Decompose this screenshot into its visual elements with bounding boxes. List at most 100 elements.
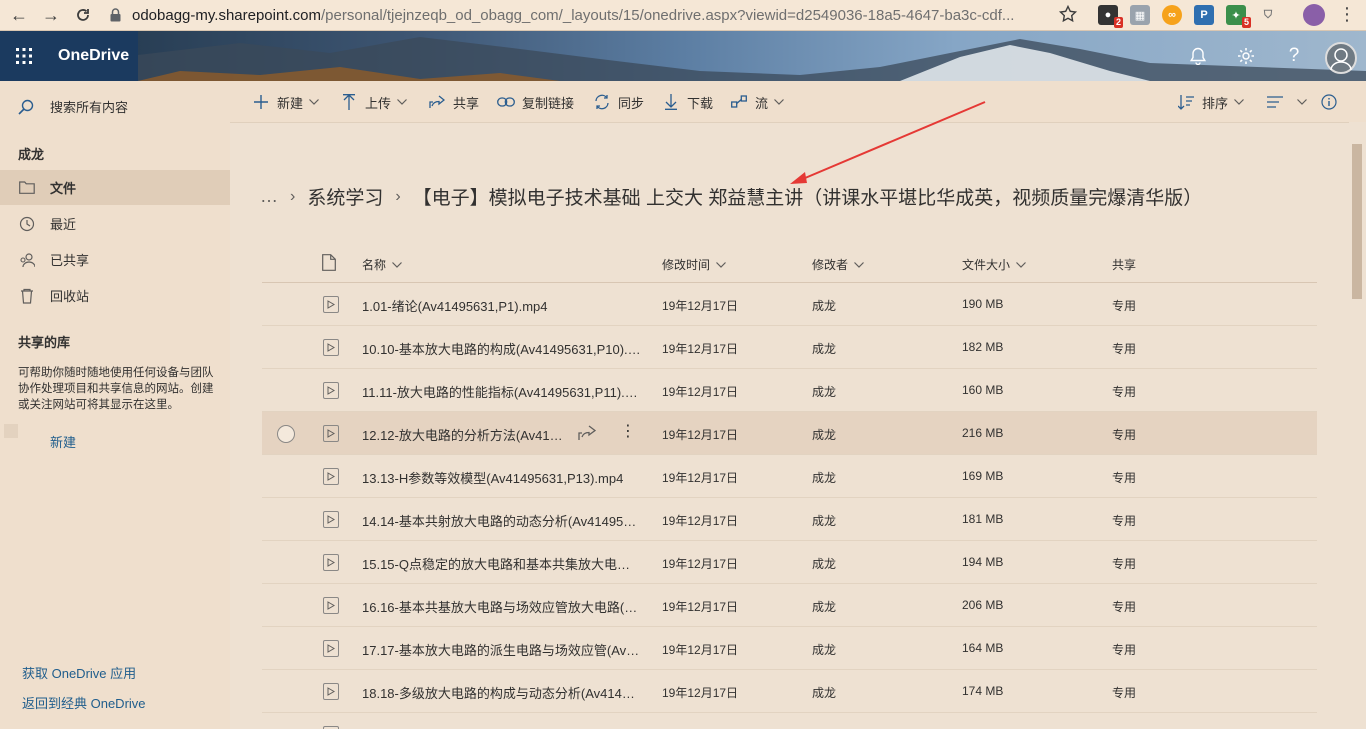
video-file-icon	[323, 511, 339, 528]
app-launcher-button[interactable]	[0, 31, 48, 81]
file-name[interactable]: 11.11-放大电路的性能指标(Av41495631,P11).mp4	[362, 382, 642, 401]
column-header-size[interactable]: 文件大小	[962, 256, 1026, 273]
table-row[interactable]: 12.12-放大电路的分析方法(Av41495631,P12).mp4 ⋮ 19年1…	[262, 412, 1317, 455]
reload-icon[interactable]	[70, 2, 96, 28]
sync-button-label: 同步	[618, 95, 645, 111]
column-header-name[interactable]: 名称	[362, 256, 402, 273]
left-navigation: 搜索所有内容 成龙 文件 最近 已共享 回收站 共享的库 可帮助你随时随地使用任…	[0, 81, 230, 729]
sync-button[interactable]: 同步	[593, 91, 644, 113]
table-row[interactable]: 19.19-差分放大电路的构成(Av41495631,P19).mp419年12…	[262, 713, 1317, 729]
table-row[interactable]: 1.01-绪论(Av41495631,P1).mp4 19年12月17日 成龙 190…	[262, 283, 1317, 326]
extension-grid-icon[interactable]: ▦	[1130, 5, 1150, 25]
share-icon[interactable]	[578, 425, 597, 443]
address-bar[interactable]: odobagg-my.sharepoint.com/personal/tjejn…	[132, 7, 1032, 24]
file-name[interactable]: 12.12-放大电路的分析方法(Av41495631,P12).mp4	[362, 425, 567, 444]
table-row[interactable]: 10.10-基本放大电路的构成(Av41495631,P10).mp4 19年12…	[262, 326, 1317, 369]
upload-button[interactable]: 上传	[340, 91, 407, 113]
command-bar: 新建 上传 共享 复制链接 同步 下载 流 排序	[230, 81, 1366, 122]
settings-gear-icon[interactable]	[1233, 43, 1259, 69]
more-actions-icon[interactable]: ⋮	[620, 424, 636, 440]
help-question-icon[interactable]: ?	[1281, 43, 1307, 69]
create-site-link[interactable]: 新建	[50, 432, 76, 451]
browser-menu-icon[interactable]: ⋮	[1338, 5, 1356, 23]
column-header-modified[interactable]: 修改时间	[662, 256, 726, 273]
lock-icon[interactable]	[110, 8, 122, 22]
sidebar-item-shared[interactable]: 已共享	[0, 242, 230, 277]
copy-link-button[interactable]: 复制链接	[497, 91, 574, 113]
breadcrumb-overflow[interactable]: …	[260, 186, 278, 207]
file-name[interactable]: 10.10-基本放大电路的构成(Av41495631,P10).mp4	[362, 339, 642, 358]
share-button[interactable]: 共享	[428, 91, 479, 113]
modified-by[interactable]: 成龙	[812, 641, 836, 658]
table-row[interactable]: 15.15-Q点稳定的放大电路和基本共集放大电路(Av41495631,P15)…	[262, 541, 1317, 584]
extension-shield-icon[interactable]: ⛉	[1258, 5, 1278, 25]
sidebar-item-recycle-bin[interactable]: 回收站	[0, 278, 230, 313]
modified-by[interactable]: 成龙	[812, 297, 836, 314]
modified-by[interactable]: 成龙	[812, 426, 836, 443]
get-onedrive-app-link[interactable]: 获取 OneDrive 应用	[22, 663, 136, 682]
row-select-radio[interactable]	[277, 425, 295, 443]
sidebar-item-label: 最近	[50, 217, 77, 232]
vertical-scrollbar[interactable]	[1349, 122, 1366, 729]
list-view-icon	[1266, 93, 1284, 111]
sharing-status: 专用	[1112, 514, 1137, 528]
file-name[interactable]: 17.17-基本放大电路的派生电路与场效应管(Av41495631,P17).m…	[362, 640, 642, 659]
video-file-icon	[323, 683, 339, 700]
modified-date: 19年12月17日	[662, 514, 739, 528]
table-row[interactable]: 14.14-基本共射放大电路的动态分析(Av41495631,P14).mp4 1…	[262, 498, 1317, 541]
flow-button-label: 流	[755, 95, 769, 111]
file-name[interactable]: 16.16-基本共基放大电路与场效应管放大电路(Av41495631,P16).…	[362, 597, 642, 616]
file-name[interactable]: 13.13-H参数等效模型(Av41495631,P13).mp4	[362, 468, 642, 487]
video-file-icon	[323, 296, 339, 313]
new-button[interactable]: 新建	[252, 91, 319, 113]
file-name[interactable]: 18.18-多级放大电路的构成与动态分析(Av41495631,P18).mp4	[362, 683, 642, 702]
breadcrumb-parent[interactable]: 系统学习	[307, 183, 383, 210]
notifications-bell-icon[interactable]	[1185, 43, 1211, 69]
sharing-status: 专用	[1112, 299, 1137, 313]
brand-area[interactable]: OneDrive	[48, 31, 138, 81]
sidebar-item-files[interactable]: 文件	[0, 170, 230, 205]
sidebar-item-recent[interactable]: 最近	[0, 206, 230, 241]
extension-puzzle-icon[interactable]: ✦ 5	[1226, 5, 1251, 28]
shared-libraries-heading: 共享的库	[18, 335, 71, 350]
view-options-button[interactable]	[1266, 91, 1307, 113]
search-box[interactable]: 搜索所有内容	[18, 97, 128, 116]
extension-p-icon[interactable]: P	[1194, 5, 1214, 25]
forward-icon[interactable]: →	[38, 2, 64, 28]
column-header-sharing[interactable]: 共享	[1112, 256, 1136, 273]
extension-mask-icon[interactable]: ● 2	[1098, 5, 1123, 28]
info-button[interactable]	[1320, 91, 1345, 113]
scrollbar-thumb[interactable]	[1352, 144, 1362, 299]
file-name[interactable]: 15.15-Q点稳定的放大电路和基本共集放大电路(Av41495631,P15)…	[362, 554, 642, 573]
table-row[interactable]: 16.16-基本共基放大电路与场效应管放大电路(Av41495631,P16).…	[262, 584, 1317, 627]
sort-button[interactable]: 排序	[1177, 91, 1244, 113]
modified-by[interactable]: 成龙	[812, 340, 836, 357]
column-header-modified-by[interactable]: 修改者	[812, 256, 864, 273]
file-name[interactable]: 1.01-绪论(Av41495631,P1).mp4	[362, 296, 642, 315]
classic-onedrive-link[interactable]: 返回到经典 OneDrive	[22, 693, 146, 712]
user-avatar[interactable]	[1325, 42, 1357, 74]
extension-p-label: P	[1200, 9, 1208, 21]
file-type-header-icon[interactable]	[322, 254, 336, 271]
profile-avatar[interactable]	[1303, 4, 1325, 26]
owner-name: 成龙	[18, 147, 45, 162]
video-file-icon	[323, 554, 339, 571]
table-row[interactable]: 17.17-基本放大电路的派生电路与场效应管(Av41495631,P17).m…	[262, 627, 1317, 670]
table-row[interactable]: 13.13-H参数等效模型(Av41495631,P13).mp4 19年12月1…	[262, 455, 1317, 498]
flow-button[interactable]: 流	[730, 91, 784, 113]
download-button[interactable]: 下载	[662, 91, 713, 113]
back-icon[interactable]: ←	[6, 2, 32, 28]
modified-by[interactable]: 成龙	[812, 469, 836, 486]
file-name[interactable]: 14.14-基本共射放大电路的动态分析(Av41495631,P14).mp4	[362, 511, 642, 530]
extension-badge-2: 5	[1241, 17, 1251, 28]
modified-by[interactable]: 成龙	[812, 383, 836, 400]
table-row[interactable]: 11.11-放大电路的性能指标(Av41495631,P11).mp4 19年12…	[262, 369, 1317, 412]
modified-date: 19年12月17日	[662, 557, 739, 571]
table-row[interactable]: 18.18-多级放大电路的构成与动态分析(Av41495631,P18).mp4…	[262, 670, 1317, 713]
modified-by[interactable]: 成龙	[812, 555, 836, 572]
extension-infinity-icon[interactable]: ∞	[1162, 5, 1182, 25]
bookmark-star-icon[interactable]	[1058, 4, 1078, 24]
modified-by[interactable]: 成龙	[812, 598, 836, 615]
modified-by[interactable]: 成龙	[812, 512, 836, 529]
modified-by[interactable]: 成龙	[812, 684, 836, 701]
